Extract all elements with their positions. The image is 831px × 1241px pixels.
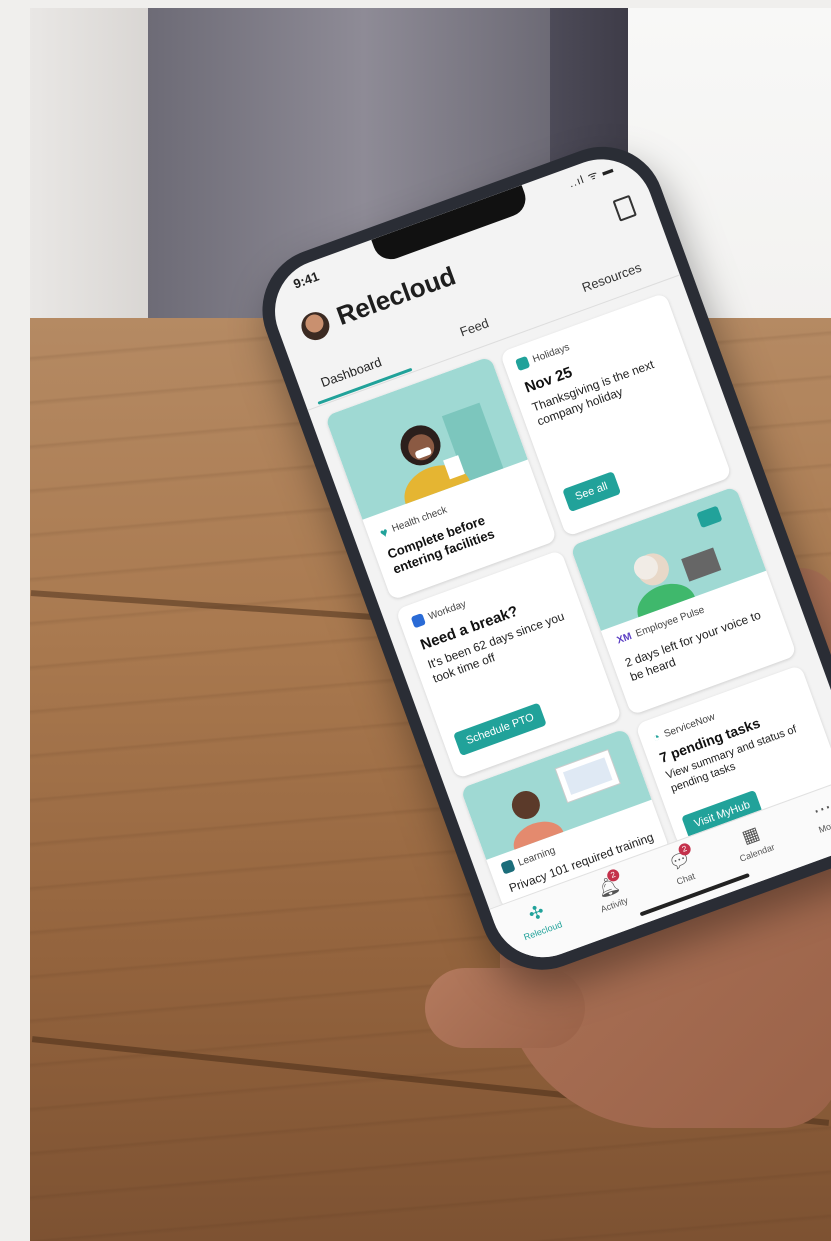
- schedule-pto-button[interactable]: Schedule PTO: [453, 702, 548, 757]
- activity-badge: 2: [605, 867, 621, 884]
- nav-label: Chat: [675, 870, 697, 887]
- background-wall: [30, 8, 150, 338]
- card-source-label: Learning: [516, 844, 557, 869]
- see-all-button[interactable]: See all: [562, 471, 621, 513]
- bell-icon: 🔔︎ 2: [594, 867, 622, 901]
- chat-badge: 2: [676, 841, 693, 858]
- calendar-icon: ▦: [739, 822, 763, 848]
- background-photo: 9:41 ..ıl ᯤ ▬ Relecloud Dashboard Feed R…: [30, 8, 831, 1241]
- status-time: 9:41: [291, 268, 321, 292]
- bookmark-icon[interactable]: [612, 194, 637, 222]
- tab-resources[interactable]: Resources: [580, 260, 644, 295]
- chat-icon: 💬︎ 2: [665, 841, 694, 875]
- tab-feed[interactable]: Feed: [458, 315, 491, 339]
- status-icons: ..ıl ᯤ ▬: [567, 163, 616, 191]
- calendar-icon: [515, 355, 531, 372]
- servicenow-icon: ◔: [650, 729, 663, 746]
- learning-icon: [500, 859, 516, 875]
- xm-icon: XM: [615, 631, 634, 647]
- card-source-label: Holidays: [531, 341, 571, 365]
- app-icon: ✣: [525, 900, 547, 925]
- heart-icon: ♥: [377, 524, 391, 541]
- tab-dashboard[interactable]: Dashboard: [319, 354, 384, 390]
- more-icon: ⋯: [810, 796, 831, 822]
- workday-icon: [410, 612, 427, 629]
- avatar[interactable]: [297, 308, 334, 345]
- card-source-label: Workday: [426, 598, 468, 623]
